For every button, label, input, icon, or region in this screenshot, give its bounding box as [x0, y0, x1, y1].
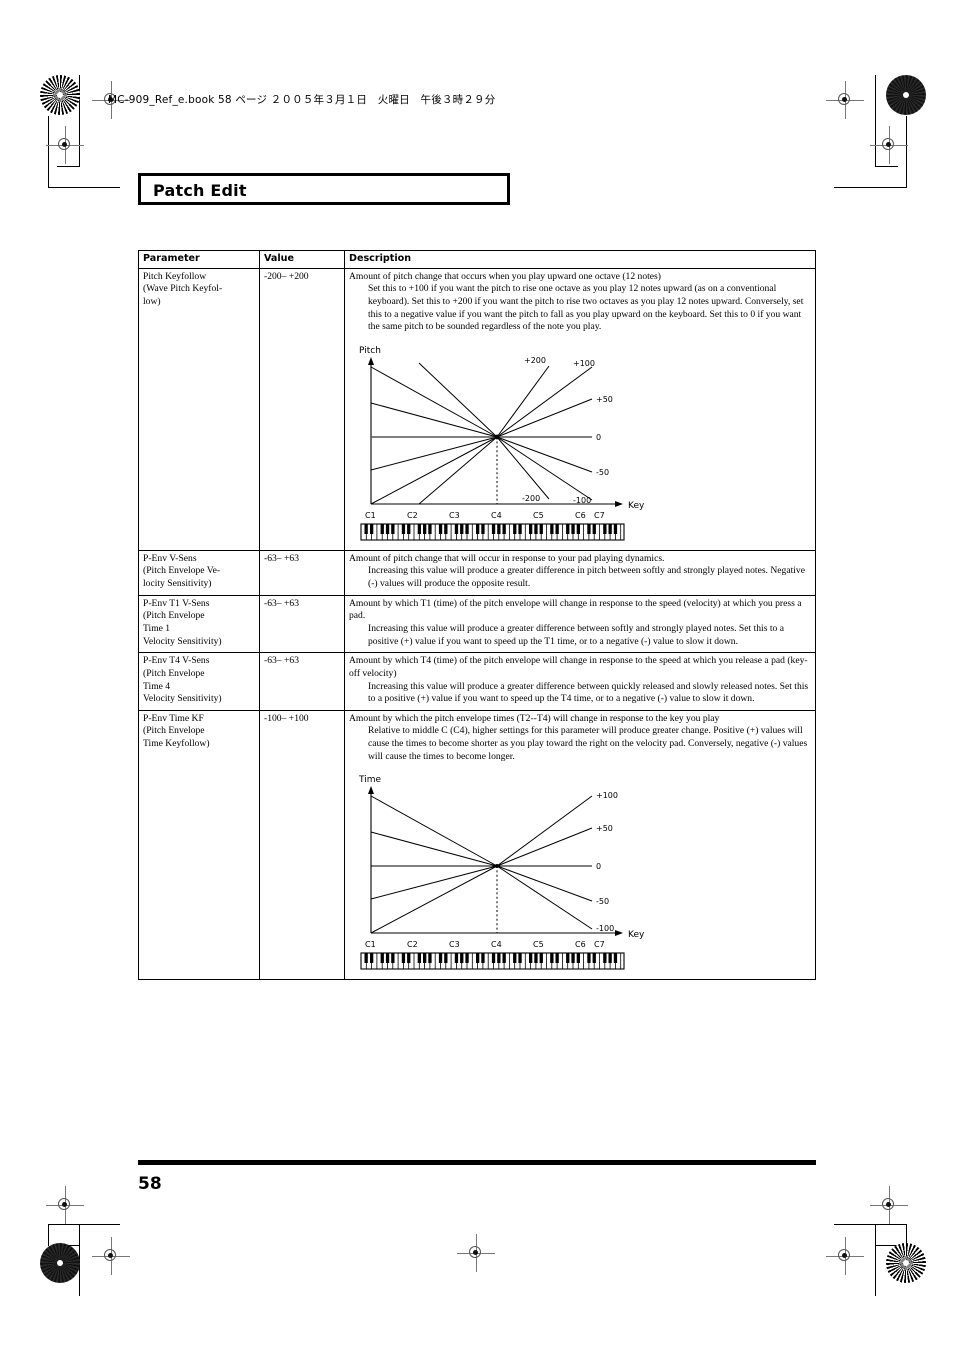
table-row: P-Env V-Sens (Pitch Envelope Ve- locity … — [138, 549, 816, 596]
cell-description: Amount by which the pitch envelope times… — [344, 709, 816, 981]
parameter-name: P-Env T4 V-Sens (Pitch Envelope Time 4 V… — [143, 655, 222, 705]
registration-mark-bottom-right-a — [870, 1186, 908, 1224]
x-tick-c2: C2 — [407, 940, 418, 949]
x-tick-c5: C5 — [533, 940, 544, 949]
series-label-minus100: -100 — [573, 496, 591, 505]
series-label-minus50: -50 — [596, 468, 609, 477]
x-tick-c4: C4 — [491, 511, 502, 520]
x-tick-c5: C5 — [533, 511, 544, 520]
table-row: P-Env T1 V-Sens (Pitch Envelope Time 1 V… — [138, 594, 816, 654]
registration-mark-bottom-left-a — [46, 1186, 84, 1224]
description-lead: Amount by which the pitch envelope times… — [349, 712, 720, 724]
series-label-plus50: +50 — [596, 395, 613, 404]
description-detail: Increasing this value will produce a gre… — [368, 565, 805, 589]
page-title: Patch Edit — [153, 181, 247, 200]
parameter-value-range: -100– +100 — [264, 712, 309, 724]
registration-mark-bottom-left-b — [92, 1237, 130, 1275]
series-label-minus200: -200 — [522, 494, 540, 503]
parameter-value-range: -63– +63 — [264, 655, 299, 667]
cell-parameter: P-Env T1 V-Sens (Pitch Envelope Time 1 V… — [138, 594, 260, 654]
x-tick-c7: C7 — [594, 940, 605, 949]
cell-parameter: P-Env T4 V-Sens (Pitch Envelope Time 4 V… — [138, 652, 260, 711]
print-target-bottom-right — [886, 1243, 926, 1283]
series-label-plus100: +100 — [573, 359, 595, 368]
cell-value: -63– +63 — [259, 652, 345, 711]
column-header-parameter: Parameter — [138, 250, 260, 269]
print-target-top-right — [886, 75, 926, 115]
cell-description: Amount by which T4 (time) of the pitch e… — [344, 652, 816, 711]
parameter-value-range: -63– +63 — [264, 597, 299, 609]
print-target-top-left — [40, 75, 80, 115]
cell-description: Amount by which T1 (time) of the pitch e… — [344, 594, 816, 654]
parameter-value-range: -63– +63 — [264, 552, 299, 564]
description-lead: Amount of pitch change that will occur i… — [349, 552, 665, 564]
x-tick-c1: C1 — [365, 511, 376, 520]
registration-mark-bottom-right-b — [826, 1237, 864, 1275]
footer-rule — [138, 1160, 816, 1165]
cell-parameter: Pitch Keyfollow (Wave Pitch Keyfol- low) — [138, 267, 260, 551]
x-tick-c3: C3 — [449, 940, 460, 949]
parameter-table: Parameter Value Description Pitch Keyfol… — [138, 250, 816, 981]
piano-keyboard — [360, 952, 625, 970]
description-detail: Increasing this value will produce a gre… — [368, 680, 809, 705]
table-row: P-Env T4 V-Sens (Pitch Envelope Time 4 V… — [138, 652, 816, 711]
table-header-row: Parameter Value Description — [138, 250, 816, 269]
cell-description: Amount of pitch change that occurs when … — [344, 267, 816, 551]
cell-parameter: P-Env V-Sens (Pitch Envelope Ve- locity … — [138, 549, 260, 596]
cell-value: -200– +200 — [259, 267, 345, 551]
pitch-keyfollow-figure: Pitch +200 +100 +50 0 -50 -100 -200 Key … — [349, 341, 811, 546]
series-label-zero: 0 — [596, 433, 601, 442]
registration-mark-bottom-center — [457, 1234, 495, 1272]
x-tick-c2: C2 — [407, 511, 418, 520]
x-axis-label: Key — [628, 930, 645, 940]
series-label-plus100: +100 — [596, 791, 618, 800]
cell-value: -100– +100 — [259, 709, 345, 981]
x-tick-c6: C6 — [575, 940, 586, 949]
x-tick-c1: C1 — [365, 940, 376, 949]
y-axis-label: Pitch — [359, 346, 381, 356]
x-tick-c6: C6 — [575, 511, 586, 520]
x-tick-c7: C7 — [594, 511, 605, 520]
y-axis-label: Time — [358, 775, 381, 785]
table-row: P-Env Time KF (Pitch Envelope Time Keyfo… — [138, 709, 816, 981]
chapter-title-box: Patch Edit — [138, 173, 510, 205]
parameter-name: P-Env T1 V-Sens (Pitch Envelope Time 1 V… — [143, 597, 222, 647]
description-detail: Set this to +100 if you want the pitch t… — [368, 283, 804, 333]
series-label-plus50: +50 — [596, 824, 613, 833]
x-tick-c4: C4 — [491, 940, 502, 949]
parameter-name: P-Env Time KF (Pitch Envelope Time Keyfo… — [143, 712, 210, 750]
x-tick-c3: C3 — [449, 511, 460, 520]
file-slug-header: MC-909_Ref_e.book 58 ページ ２００５年３月１日 火曜日 午… — [108, 94, 496, 106]
page-number: 58 — [138, 1174, 162, 1194]
series-label-plus200: +200 — [524, 356, 546, 365]
parameter-name: P-Env V-Sens (Pitch Envelope Ve- locity … — [143, 552, 221, 589]
registration-mark-top-right-b — [870, 126, 908, 164]
description-lead: Amount by which T4 (time) of the pitch e… — [349, 655, 808, 679]
description-detail: Relative to middle C (C4), higher settin… — [368, 725, 808, 762]
piano-keyboard — [360, 523, 625, 541]
table-row: Pitch Keyfollow (Wave Pitch Keyfol- low)… — [138, 267, 816, 551]
series-label-zero: 0 — [596, 862, 601, 871]
x-axis-label: Key — [628, 501, 645, 511]
cell-value: -63– +63 — [259, 549, 345, 596]
description-detail: Increasing this value will produce a gre… — [368, 622, 784, 647]
description-lead: Amount by which T1 (time) of the pitch e… — [349, 597, 802, 622]
document-page: MC-909_Ref_e.book 58 ページ ２００５年３月１日 火曜日 午… — [0, 0, 954, 1351]
column-header-value: Value — [259, 250, 345, 269]
print-target-bottom-left — [40, 1243, 80, 1283]
series-label-minus100: -100 — [596, 924, 614, 933]
description-lead: Amount of pitch change that occurs when … — [349, 270, 661, 282]
column-header-description: Description — [344, 250, 816, 269]
cell-parameter: P-Env Time KF (Pitch Envelope Time Keyfo… — [138, 709, 260, 981]
registration-mark-top-left-b — [46, 126, 84, 164]
parameter-value-range: -200– +200 — [264, 270, 309, 282]
cell-description: Amount of pitch change that will occur i… — [344, 549, 816, 596]
registration-mark-top-right-a — [826, 81, 864, 119]
parameter-name: Pitch Keyfollow (Wave Pitch Keyfol- low) — [143, 270, 223, 307]
time-keyfollow-figure: Time +100 +50 0 -50 -100 Key C1 C2 C3 C4… — [349, 770, 811, 975]
series-label-minus50: -50 — [596, 897, 609, 906]
cell-value: -63– +63 — [259, 594, 345, 654]
